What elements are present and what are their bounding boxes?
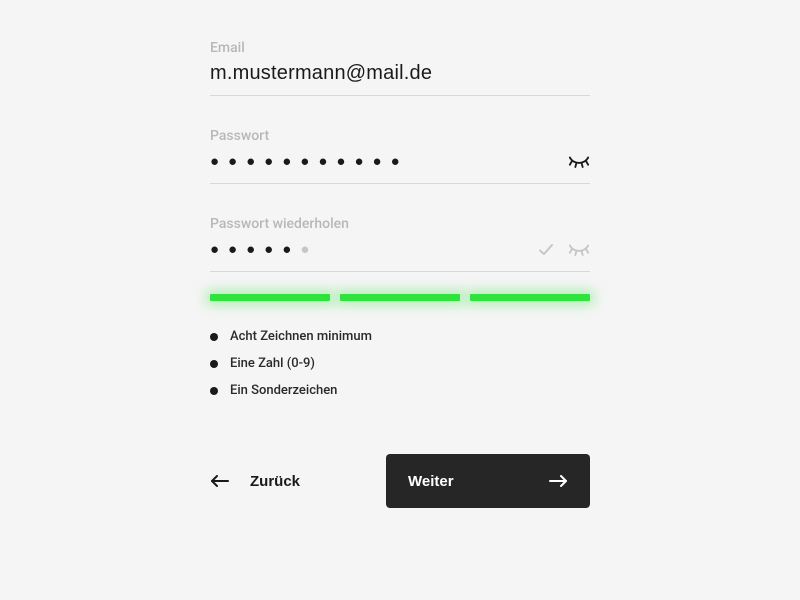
- requirement-text: Ein Sonderzeichen: [230, 383, 337, 398]
- email-input[interactable]: [210, 62, 590, 85]
- check-icon: [538, 242, 554, 258]
- email-field-group: Email: [210, 40, 590, 96]
- password-repeat-field-group: Passwort wiederholen ●●●●●●: [210, 216, 590, 272]
- password-row: ●●●●●●●●●●●: [210, 150, 590, 184]
- strength-segment: [470, 294, 590, 301]
- eye-closed-icon[interactable]: [568, 243, 590, 257]
- bullet-icon: [210, 333, 218, 341]
- password-repeat-input[interactable]: ●●●●●●: [210, 242, 538, 257]
- password-repeat-row: ●●●●●●: [210, 238, 590, 272]
- password-label: Passwort: [210, 128, 590, 144]
- next-button[interactable]: Weiter: [386, 454, 590, 508]
- requirement-item: Ein Sonderzeichen: [210, 383, 590, 398]
- requirement-item: Eine Zahl (0-9): [210, 356, 590, 371]
- password-field-group: Passwort ●●●●●●●●●●●: [210, 128, 590, 184]
- email-label: Email: [210, 40, 590, 56]
- password-icons: [568, 155, 590, 169]
- password-repeat-icons: [538, 242, 590, 258]
- requirement-text: Eine Zahl (0-9): [230, 356, 315, 371]
- password-requirements-list: Acht Zeichnen minimum Eine Zahl (0-9) Ein …: [210, 329, 590, 398]
- password-strength-meter: [210, 294, 590, 301]
- email-row: [210, 62, 590, 96]
- next-button-label: Weiter: [408, 473, 454, 490]
- arrow-left-icon: [210, 475, 230, 487]
- requirement-item: Acht Zeichnen minimum: [210, 329, 590, 344]
- bullet-icon: [210, 387, 218, 395]
- strength-segment: [210, 294, 330, 301]
- arrow-right-icon: [548, 475, 568, 487]
- eye-closed-icon[interactable]: [568, 155, 590, 169]
- action-buttons: Zurück Weiter: [210, 454, 590, 508]
- password-repeat-label: Passwort wiederholen: [210, 216, 590, 232]
- requirement-text: Acht Zeichnen minimum: [230, 329, 372, 344]
- bullet-icon: [210, 360, 218, 368]
- back-button[interactable]: Zurück: [210, 454, 370, 508]
- password-input[interactable]: ●●●●●●●●●●●: [210, 154, 568, 169]
- back-button-label: Zurück: [250, 473, 362, 490]
- strength-segment: [340, 294, 460, 301]
- signup-form: Email Passwort ●●●●●●●●●●●: [210, 40, 590, 508]
